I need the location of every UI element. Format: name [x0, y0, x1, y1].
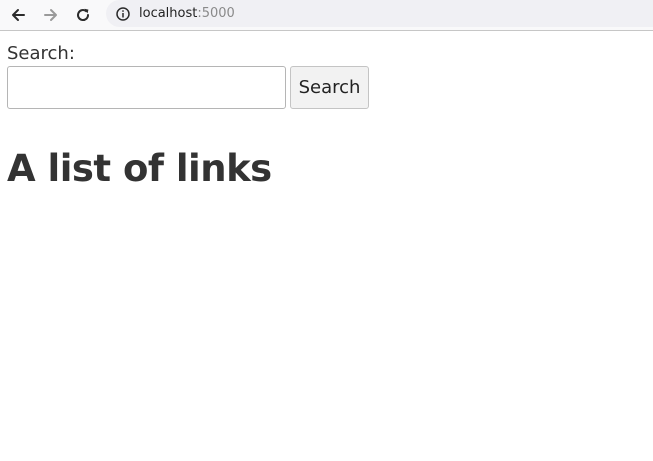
page-title: A list of links — [7, 147, 272, 190]
url-port: :5000 — [197, 6, 235, 21]
search-label: Search: — [7, 43, 75, 64]
search-button[interactable]: Search — [290, 66, 369, 109]
browser-toolbar: localhost:5000 — [0, 0, 653, 31]
reload-button[interactable] — [71, 3, 95, 27]
url-text: localhost:5000 — [139, 6, 235, 21]
search-input[interactable] — [7, 66, 286, 109]
reload-icon — [77, 8, 90, 21]
page-content: Search: Search A list of links — [0, 32, 653, 461]
back-arrow-icon — [12, 9, 25, 21]
forward-button[interactable] — [39, 3, 63, 27]
address-bar[interactable]: localhost:5000 — [106, 0, 653, 27]
forward-arrow-icon — [44, 9, 57, 21]
url-host: localhost — [139, 6, 198, 21]
back-button[interactable] — [6, 3, 30, 27]
info-icon[interactable] — [116, 6, 130, 21]
